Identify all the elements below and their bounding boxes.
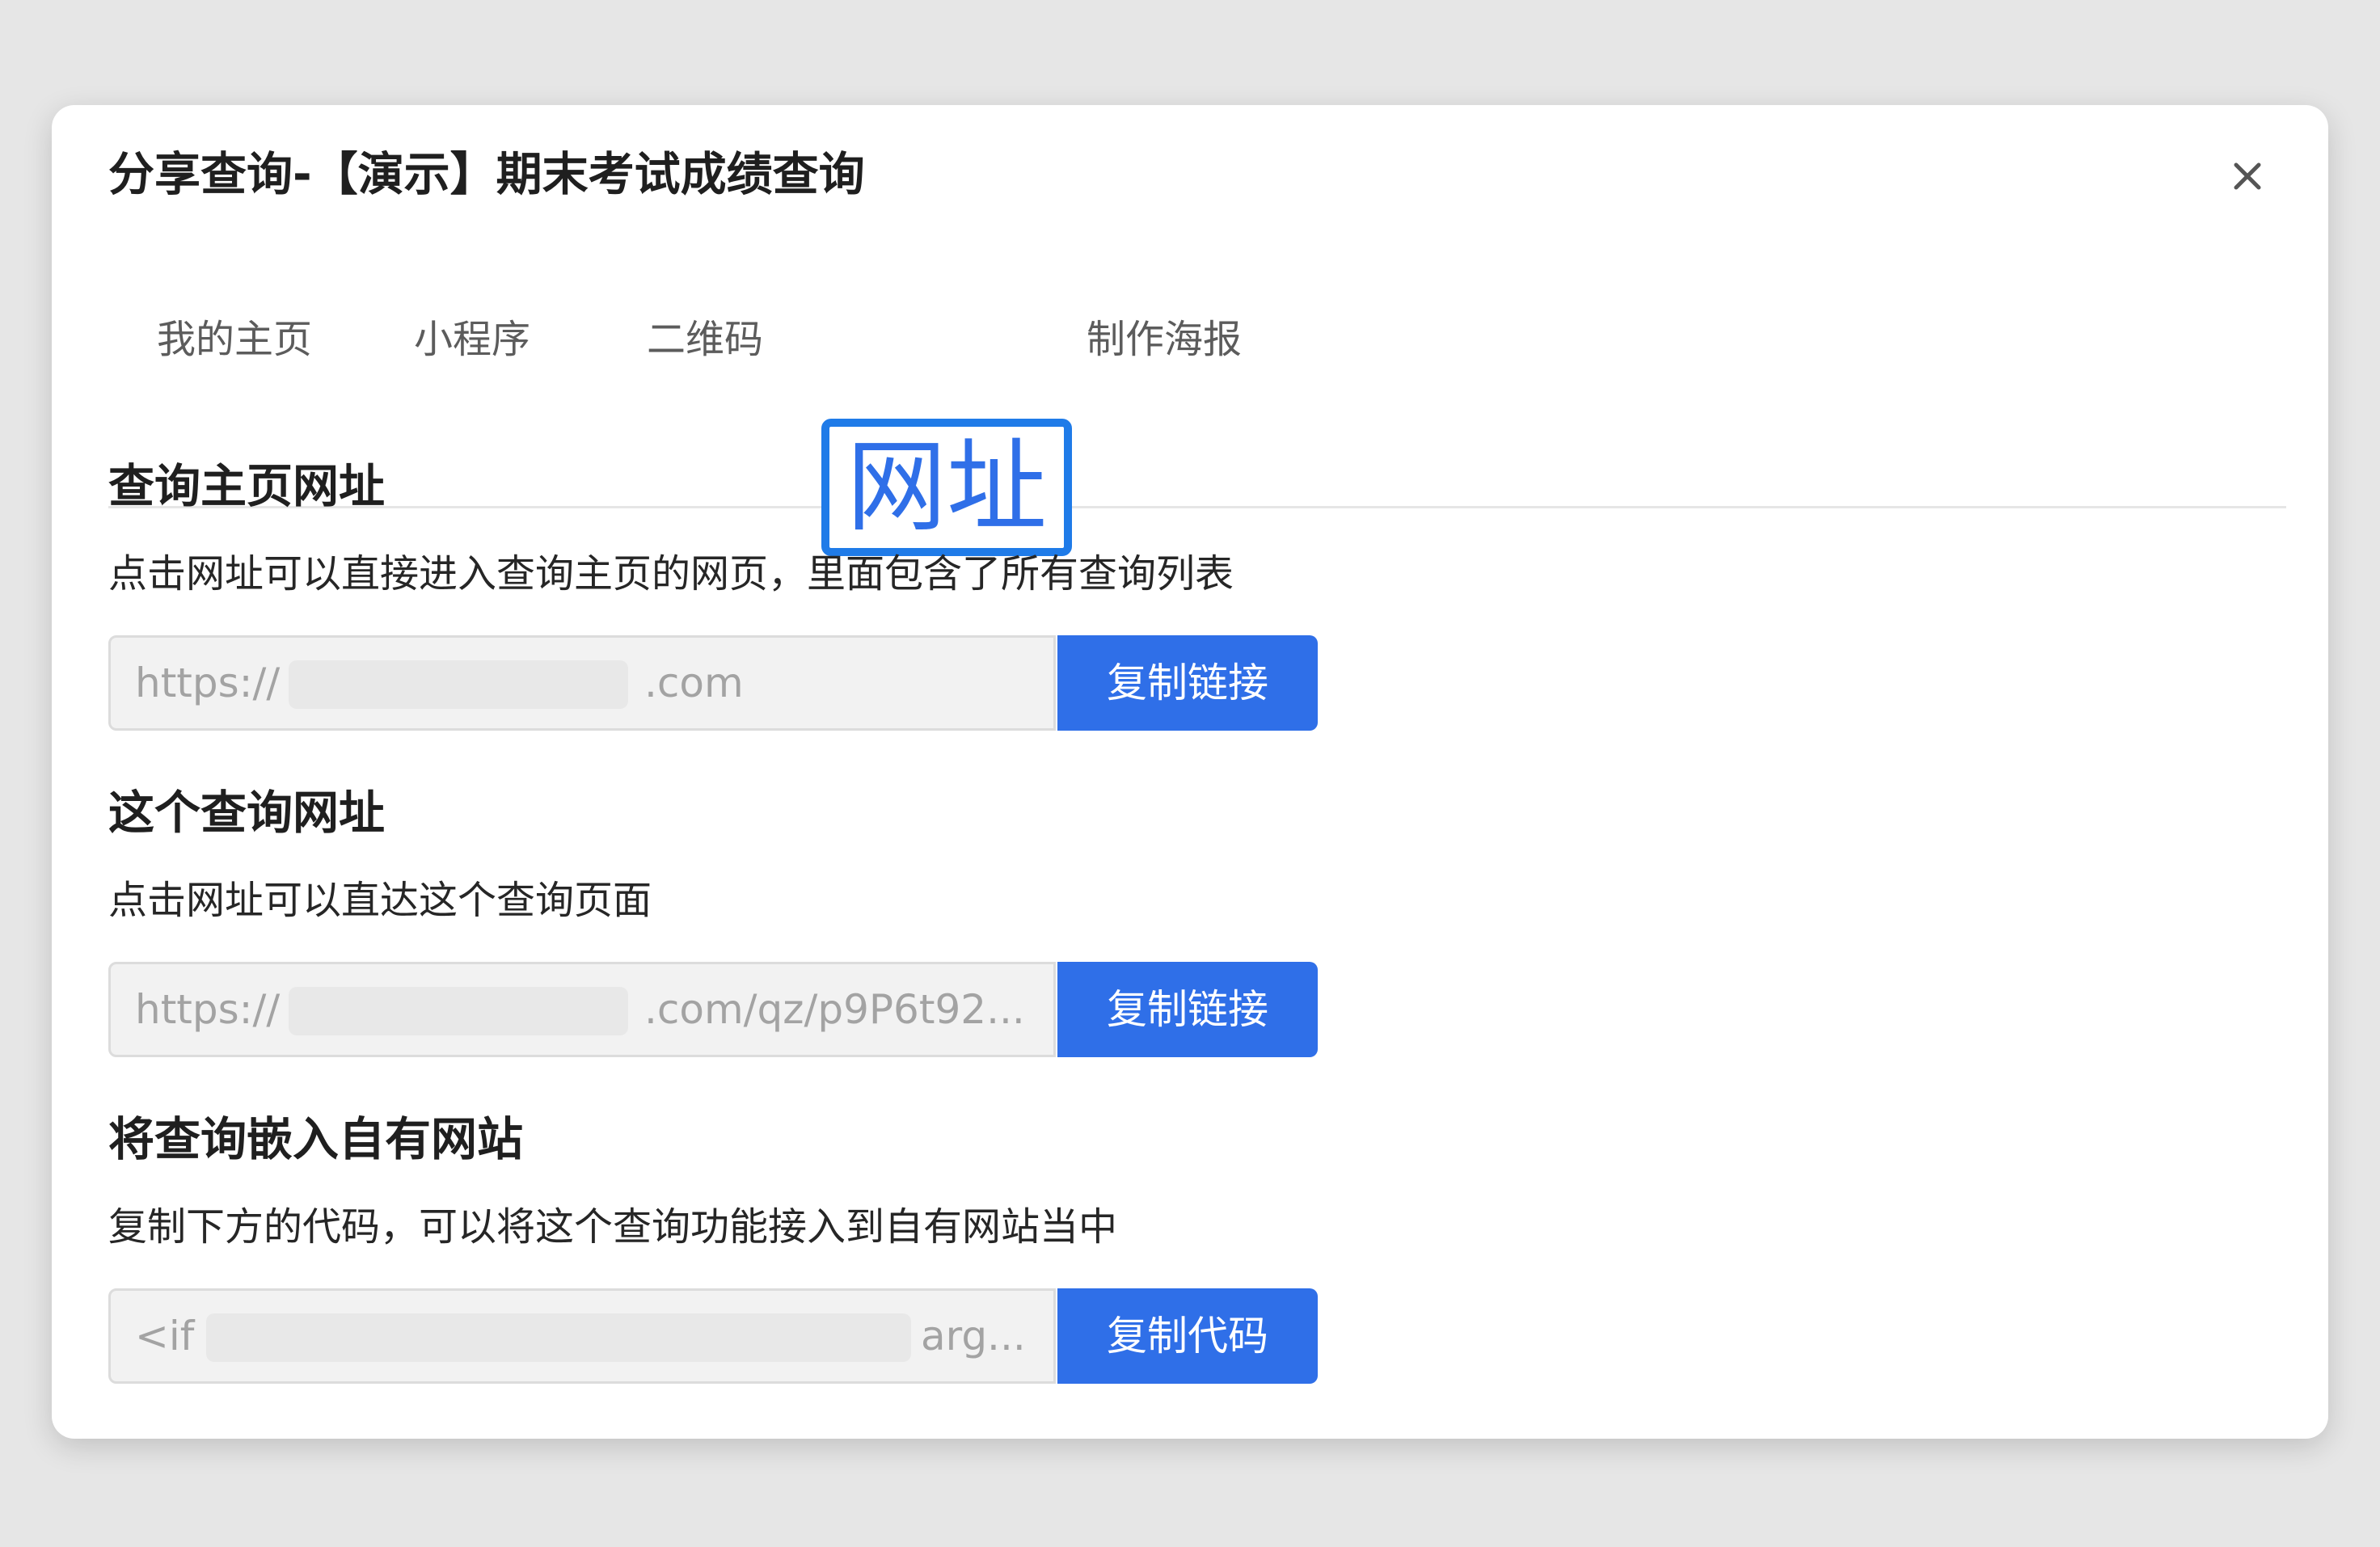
embed-heading: 将查询嵌入自有网站	[108, 1113, 523, 1166]
dialog-title: 分享查询-【演示】期末考试成绩查询	[108, 148, 865, 201]
copy-code-button[interactable]: 复制代码	[1057, 1288, 1318, 1384]
share-dialog: 分享查询-【演示】期末考试成绩查询 我的主页 小程序 二维码 制作海报 网址 查…	[52, 105, 2328, 1439]
tab-my-homepage[interactable]: 我的主页	[157, 291, 312, 388]
tabs-divider	[108, 506, 2286, 508]
homepage-url-description: 点击网址可以直接进入查询主页的网页，里面包含了所有查询列表	[108, 551, 1234, 596]
homepage-url-field[interactable]: https:// .com	[108, 635, 1056, 731]
tab-mini-program[interactable]: 小程序	[414, 291, 530, 388]
query-url-row: https:// .com/qz/p9P6t92... 复制链接	[108, 962, 1318, 1057]
url-prefix: https://	[135, 660, 281, 706]
tab-url-label: 网址	[846, 429, 1047, 546]
redacted-url	[289, 987, 628, 1035]
url-suffix: .com	[644, 660, 744, 706]
embed-code-field[interactable]: <if arg...	[108, 1288, 1056, 1384]
tab-url[interactable]: 网址	[821, 419, 1072, 556]
close-button[interactable]	[2223, 152, 2272, 200]
close-icon	[2234, 162, 2261, 190]
tab-make-poster[interactable]: 制作海报	[1087, 291, 1242, 388]
homepage-url-heading: 查询主页网址	[108, 460, 385, 513]
copy-query-link-button[interactable]: 复制链接	[1057, 962, 1318, 1057]
homepage-url-row: https:// .com 复制链接	[108, 635, 1318, 731]
embed-description: 复制下方的代码，可以将这个查询功能接入到自有网站当中	[108, 1204, 1118, 1250]
query-url-heading: 这个查询网址	[108, 786, 385, 840]
tab-bar: 我的主页 小程序 二维码 制作海报 网址	[108, 291, 2286, 556]
embed-code-row: <if arg... 复制代码	[108, 1288, 1318, 1384]
redacted-url	[289, 660, 628, 709]
code-suffix: arg...	[921, 1313, 1026, 1359]
redacted-code	[206, 1313, 911, 1362]
copy-homepage-link-button[interactable]: 复制链接	[1057, 635, 1318, 731]
url-prefix: https://	[135, 986, 281, 1033]
tab-qr-code[interactable]: 二维码	[647, 291, 763, 388]
query-url-description: 点击网址可以直达这个查询页面	[108, 878, 652, 923]
code-prefix: <if	[135, 1313, 195, 1359]
query-url-field[interactable]: https:// .com/qz/p9P6t92...	[108, 962, 1056, 1057]
url-suffix: .com/qz/p9P6t92...	[644, 986, 1025, 1033]
